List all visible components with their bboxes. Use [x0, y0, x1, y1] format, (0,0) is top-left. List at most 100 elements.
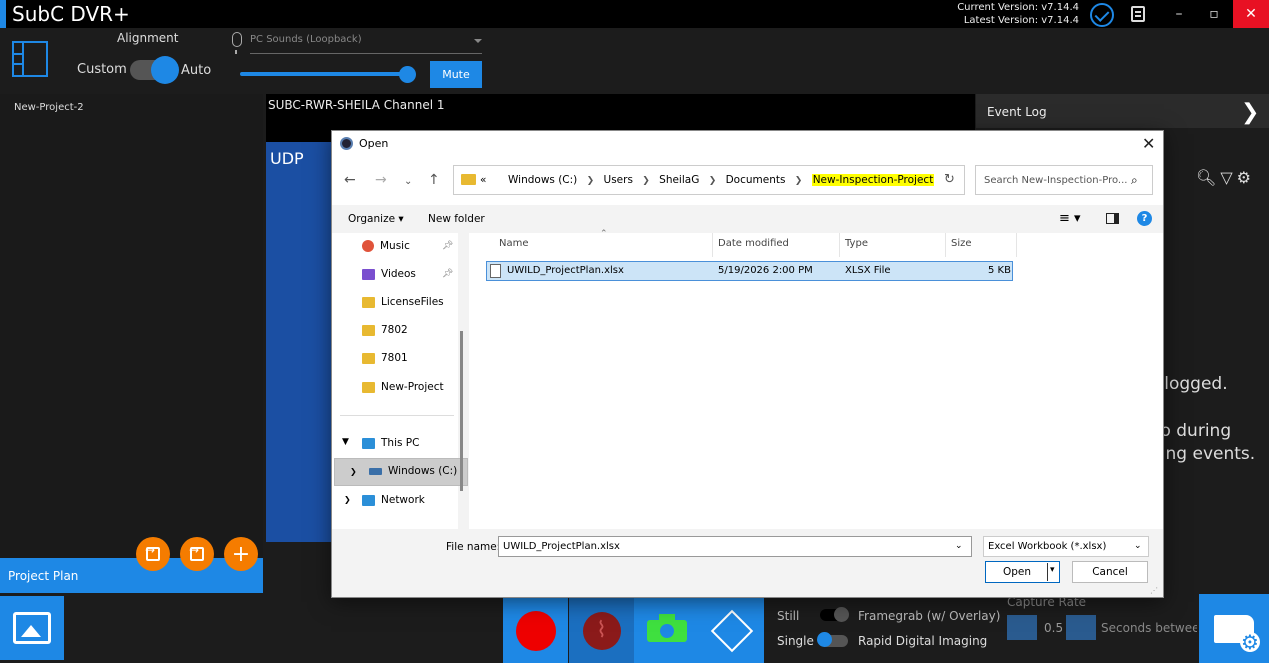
attach-button[interactable]: ⌇	[569, 598, 634, 663]
rapid-imaging-toggle-knob[interactable]	[817, 632, 832, 647]
minimize-button[interactable]: –	[1162, 0, 1196, 28]
chevron-down-icon[interactable]: ▼	[342, 437, 349, 447]
maximize-button[interactable]: ▫	[1197, 0, 1231, 28]
column-divider[interactable]	[945, 233, 946, 257]
sonar-button[interactable]	[699, 598, 764, 663]
close-button[interactable]: ✕	[1233, 0, 1269, 28]
nav-item-music[interactable]: Music 📌︎	[362, 236, 453, 256]
breadcrumb-item[interactable]: SheilaG	[659, 174, 699, 186]
audio-source-select[interactable]: PC Sounds (Loopback)	[250, 34, 482, 54]
rate-unit-label: Seconds between s	[1101, 621, 1197, 635]
nav-item-7802[interactable]: 7802	[362, 320, 408, 340]
chevron-right-icon: ❯	[586, 176, 595, 186]
open-button[interactable]: Open ▾	[985, 561, 1060, 583]
up-arrow-icon[interactable]: ↑	[428, 172, 440, 188]
auto-label: Auto	[181, 63, 212, 78]
record-button[interactable]	[503, 598, 568, 663]
chevron-down-icon[interactable]: ⌄	[955, 541, 963, 551]
file-name: UWILD_ProjectPlan.xlsx	[507, 265, 624, 276]
new-folder-button[interactable]: New folder	[428, 213, 485, 225]
music-icon	[362, 240, 374, 252]
filetype-select[interactable]: Excel Workbook (*.xlsx) ⌄	[983, 536, 1149, 557]
organize-menu[interactable]: Organize ▾	[348, 213, 404, 225]
update-check-icon[interactable]	[1090, 3, 1114, 27]
column-header-type[interactable]: Type	[845, 238, 868, 249]
paperclip-icon: ⌇	[582, 611, 621, 650]
column-divider[interactable]	[1016, 233, 1017, 257]
framegrab-label: Framegrab (w/ Overlay)	[858, 609, 1001, 623]
import-button[interactable]	[136, 537, 170, 571]
refresh-icon[interactable]: ↻	[944, 172, 955, 187]
framegrab-toggle-knob[interactable]	[834, 607, 849, 622]
column-header-date[interactable]: Date modified	[718, 238, 789, 249]
chevron-right-icon[interactable]: ❯	[344, 495, 351, 504]
file-type: XLSX File	[845, 265, 891, 276]
file-icon	[490, 264, 501, 278]
preview-pane-icon[interactable]	[1106, 213, 1119, 224]
chevron-down-icon[interactable]: ▾	[1050, 565, 1055, 575]
nav-item-label: LicenseFiles	[381, 296, 444, 308]
breadcrumb-item[interactable]: Users	[604, 174, 633, 186]
project-list-item[interactable]: New-Project-2	[14, 102, 84, 113]
layout-toggle-icon[interactable]	[12, 41, 48, 77]
forward-arrow-icon[interactable]: →	[375, 172, 387, 188]
filename-input[interactable]: UWILD_ProjectPlan.xlsx ⌄	[498, 536, 972, 557]
nav-scrollbar[interactable]	[460, 331, 463, 491]
event-log-tools-icon[interactable]: 🔍︎▽⚙	[1196, 168, 1255, 187]
nav-item-7801[interactable]: 7801	[362, 348, 408, 368]
search-icon: ⌕	[1131, 173, 1138, 187]
chevron-down-icon[interactable]: ⌄	[916, 174, 924, 184]
chevron-right-icon[interactable]: ❯	[350, 467, 357, 476]
sort-ascending-icon: ⌃	[600, 229, 608, 239]
nav-item-videos[interactable]: Videos 📌︎	[362, 264, 453, 284]
nav-item-label: 7801	[381, 352, 408, 364]
alignment-toggle-knob[interactable]	[151, 56, 179, 84]
column-header-size[interactable]: Size	[951, 238, 972, 249]
export-button[interactable]	[180, 537, 214, 571]
dialog-close-button[interactable]: ✕	[1142, 134, 1155, 153]
project-plan-label: Project Plan	[8, 569, 79, 583]
app-accent-strip	[0, 0, 6, 28]
column-header-name[interactable]: Name	[499, 238, 529, 249]
nav-item-windows-drive[interactable]: Windows (C:)	[369, 461, 457, 481]
back-arrow-icon[interactable]: ←	[344, 172, 356, 188]
resize-grip-icon[interactable]: ⋰	[1150, 586, 1158, 595]
chevron-right-icon[interactable]: ❯	[1241, 100, 1259, 125]
plus-icon: +	[231, 541, 251, 567]
snapshot-button[interactable]	[634, 598, 699, 663]
add-project-button[interactable]: +	[224, 537, 258, 571]
rate-increase-button[interactable]	[1066, 615, 1096, 640]
current-version: Current Version: v7.14.4	[957, 2, 1079, 13]
gallery-button[interactable]	[0, 596, 64, 660]
folder-settings-button[interactable]	[1199, 594, 1269, 663]
nav-item-new-project[interactable]: New-Project	[362, 377, 444, 397]
sonar-icon	[710, 609, 753, 652]
breadcrumb-item[interactable]: Windows (C:)	[508, 174, 577, 186]
volume-slider[interactable]	[240, 72, 408, 76]
column-divider[interactable]	[839, 233, 840, 257]
nav-item-this-pc[interactable]: This PC	[362, 433, 419, 453]
release-notes-icon[interactable]	[1131, 6, 1145, 22]
open-file-dialog: Open ✕ ← → ⌄ ↑ « Windows (C:) ❯ Users ❯ …	[331, 130, 1164, 598]
column-divider[interactable]	[712, 233, 713, 257]
nav-item-network[interactable]: Network	[362, 490, 425, 510]
open-label: Open	[1003, 566, 1032, 578]
mute-button[interactable]: Mute	[430, 61, 482, 88]
breadcrumb-overflow[interactable]: «	[480, 174, 486, 186]
nav-item-label: New-Project	[381, 381, 444, 393]
view-options-icon[interactable]: ≡ ▾	[1059, 211, 1081, 226]
volume-slider-thumb[interactable]	[399, 66, 416, 83]
help-icon[interactable]: ?	[1137, 211, 1152, 226]
breadcrumb: « Windows (C:) ❯ Users ❯ SheilaG ❯ Docum…	[480, 174, 935, 186]
cancel-button[interactable]: Cancel	[1072, 561, 1148, 583]
single-label: Single	[777, 634, 814, 648]
breadcrumb-item[interactable]: Documents	[726, 174, 786, 186]
address-bar[interactable]: « Windows (C:) ❯ Users ❯ SheilaG ❯ Docum…	[453, 165, 965, 195]
recent-locations-icon[interactable]: ⌄	[404, 176, 412, 187]
folder-gear-icon	[1214, 614, 1260, 652]
nav-item-licensefiles[interactable]: LicenseFiles	[362, 292, 444, 312]
search-input[interactable]: Search New-Inspection-Pro... ⌕	[975, 165, 1153, 195]
dialog-title: Open	[359, 137, 389, 150]
rapid-imaging-label: Rapid Digital Imaging	[858, 634, 988, 648]
rate-decrease-button[interactable]	[1007, 615, 1037, 640]
